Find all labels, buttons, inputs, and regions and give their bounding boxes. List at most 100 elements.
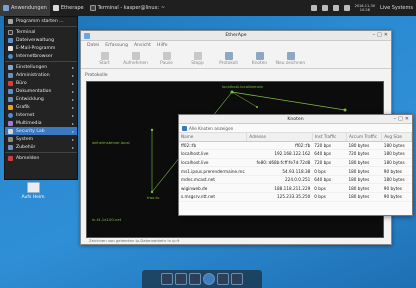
cell-name: mdns.mcast.net <box>179 175 247 185</box>
system-icon <box>8 136 13 142</box>
cell-name: ms1.ipsus.prerendermaine.mc <box>179 166 247 176</box>
internet-icon <box>8 112 13 118</box>
menu-item-label: Internetbrowser <box>16 53 53 59</box>
cell-name: localhost.live <box>179 149 247 159</box>
column-header-accum-traffic[interactable]: Accum Traffic <box>346 133 383 142</box>
table-row[interactable]: localhost.live fe80::d68b:fcff:fe7d:72d8… <box>179 158 412 168</box>
show-all-checkbox[interactable] <box>182 125 187 131</box>
column-header-avg-size[interactable]: Avg Size <box>381 133 412 142</box>
redraw-icon <box>286 52 295 60</box>
menu-item-office[interactable]: Büro ▸ <box>5 79 77 87</box>
multimedia-icon <box>8 120 13 126</box>
applications-menu-button[interactable]: Anwendungen <box>0 0 50 16</box>
terminal-icon[interactable] <box>175 273 187 285</box>
cell-address: fe80::d68b:fcff:fe7d:72d8 <box>246 158 313 168</box>
menu-item-security-lab[interactable]: Security Lab ▸ <box>5 127 77 135</box>
menu-item-mail[interactable]: E-Mail-Programm <box>5 44 77 52</box>
etherape-titlebar[interactable]: EtherApe – □ ✕ <box>81 31 391 41</box>
menu-help[interactable]: Hilfe <box>157 43 167 48</box>
menu-item-file-manager[interactable]: Dateiverwaltung <box>5 36 77 44</box>
menu-item-label: Internet <box>16 112 35 118</box>
table-row[interactable]: ms1.ipsus.prerendermaine.mc 54.93.118.38… <box>179 166 412 176</box>
desktop-icon-home[interactable]: Aufs Heim <box>18 182 48 200</box>
cell-accum-traffic: 180 bytes <box>346 183 382 194</box>
development-icon <box>8 96 13 102</box>
protocols-icon <box>224 52 233 60</box>
protocols-button[interactable]: Protokoll <box>213 52 244 66</box>
table-row[interactable]: s.msgsrv.ntt.net 125.233.35.250 0 bps 18… <box>179 192 412 202</box>
chevron-right-icon: ▸ <box>71 112 74 118</box>
hosts-titlebar[interactable]: Knoten – □ ✕ <box>179 115 412 124</box>
menu-item-run[interactable]: Programm starten ... <box>5 17 77 25</box>
column-header-address[interactable]: Adresse <box>246 133 313 142</box>
menu-capture[interactable]: Erfassung <box>105 43 128 48</box>
tool-label: Start <box>99 61 110 66</box>
column-header-name[interactable]: Name <box>179 133 248 142</box>
column-header-inst-traffic[interactable]: Inst Traffic <box>312 133 347 142</box>
minimize-icon[interactable]: – <box>394 116 397 122</box>
start-button[interactable]: Start <box>89 52 120 66</box>
desktop-icon-label: Aufs Heim <box>21 195 45 200</box>
table-header-row: Name Adresse Inst Traffic Accum Traffic … <box>179 133 412 142</box>
menu-item-label: Zubehör <box>16 144 36 150</box>
app-finder-icon[interactable] <box>217 273 229 285</box>
record-button[interactable]: Aufnehmen <box>120 52 151 66</box>
chevron-right-icon: ▸ <box>71 128 74 134</box>
tool-label: Pause <box>160 61 173 66</box>
table-row[interactable]: mdns.mcast.net 224.0.0.251 640 bps 180 b… <box>179 175 412 185</box>
close-icon[interactable]: ✕ <box>384 32 388 38</box>
pause-button[interactable]: Pause <box>151 52 182 66</box>
graph-node-label: wilhelmsteiner.local <box>92 140 130 145</box>
redraw-button[interactable]: Neu zeichnen <box>275 52 306 66</box>
menu-view[interactable]: Ansicht <box>134 43 151 48</box>
toolbar: Start Aufnehmen Pause Stopp Protokoll Kn… <box>81 49 391 69</box>
minimize-icon[interactable]: – <box>373 32 376 38</box>
menu-item-accessories[interactable]: Zubehör ▸ <box>5 143 77 151</box>
run-icon <box>8 18 13 24</box>
settings-icon <box>8 64 13 70</box>
show-desktop-icon[interactable] <box>161 273 173 285</box>
menu-item-browser[interactable]: Internetbrowser <box>5 52 77 60</box>
menu-item-development[interactable]: Entwicklung ▸ <box>5 95 77 103</box>
file-manager-icon[interactable] <box>189 273 201 285</box>
menu-file[interactable]: Datei <box>87 43 99 48</box>
menu-item-documentation[interactable]: Dokumentation ▸ <box>5 87 77 95</box>
folder-icon[interactable] <box>231 273 243 285</box>
network-icon[interactable] <box>310 5 317 11</box>
menu-item-logout[interactable]: Abmelden <box>5 154 77 162</box>
cell-avg-size: 180 bytes <box>381 149 412 159</box>
nodes-button[interactable]: Knoten <box>244 52 275 66</box>
menu-item-settings[interactable]: Einstellungen ▸ <box>5 63 77 71</box>
home-folder-icon <box>26 182 40 193</box>
menu-item-internet[interactable]: Internet ▸ <box>5 111 77 119</box>
volume-icon[interactable] <box>321 5 328 11</box>
battery-icon[interactable] <box>332 5 339 11</box>
tool-label: Stopp <box>191 61 204 66</box>
menu-item-graphics[interactable]: Grafik ▸ <box>5 103 77 111</box>
taskbar-item-terminal[interactable]: Terminal - kasper@linux: ~ <box>87 0 168 16</box>
power-icon[interactable] <box>343 5 350 11</box>
taskbar-item-etherape[interactable]: Etherape <box>50 0 87 16</box>
applications-icon <box>3 5 9 11</box>
menu-item-terminal[interactable]: Terminal <box>5 28 77 36</box>
cell-inst-traffic: 720 bps <box>312 158 347 168</box>
menu-item-system[interactable]: System ▸ <box>5 135 77 143</box>
menu-item-label: Multimedia <box>16 120 42 126</box>
browser-icon[interactable] <box>203 273 215 285</box>
user-label[interactable]: Live Systems <box>380 5 413 11</box>
maximize-icon[interactable]: □ <box>377 32 382 38</box>
clock[interactable]: 2016-11-30 10:28 <box>355 4 375 12</box>
stop-button[interactable]: Stopp <box>182 52 213 66</box>
dock <box>142 270 262 288</box>
table-row[interactable]: wiginweb.de 188.118.211.229 0 bps 180 by… <box>179 183 412 194</box>
maximize-icon[interactable]: □ <box>398 116 403 122</box>
table-row[interactable]: localhost.live 192.168.122.162 640 bps 7… <box>179 149 412 159</box>
table-row[interactable]: ff02::fb ff02::fb 720 bps 180 bytes 180 … <box>179 141 412 151</box>
menu-item-administration[interactable]: Administration ▸ <box>5 71 77 79</box>
menu-item-multimedia[interactable]: Multimedia ▸ <box>5 119 77 127</box>
menu-separator <box>5 26 77 27</box>
documentation-icon <box>8 88 13 94</box>
cell-avg-size: 90 bytes <box>381 166 412 176</box>
close-icon[interactable]: ✕ <box>405 116 409 122</box>
cell-inst-traffic: 640 bps <box>312 175 347 185</box>
